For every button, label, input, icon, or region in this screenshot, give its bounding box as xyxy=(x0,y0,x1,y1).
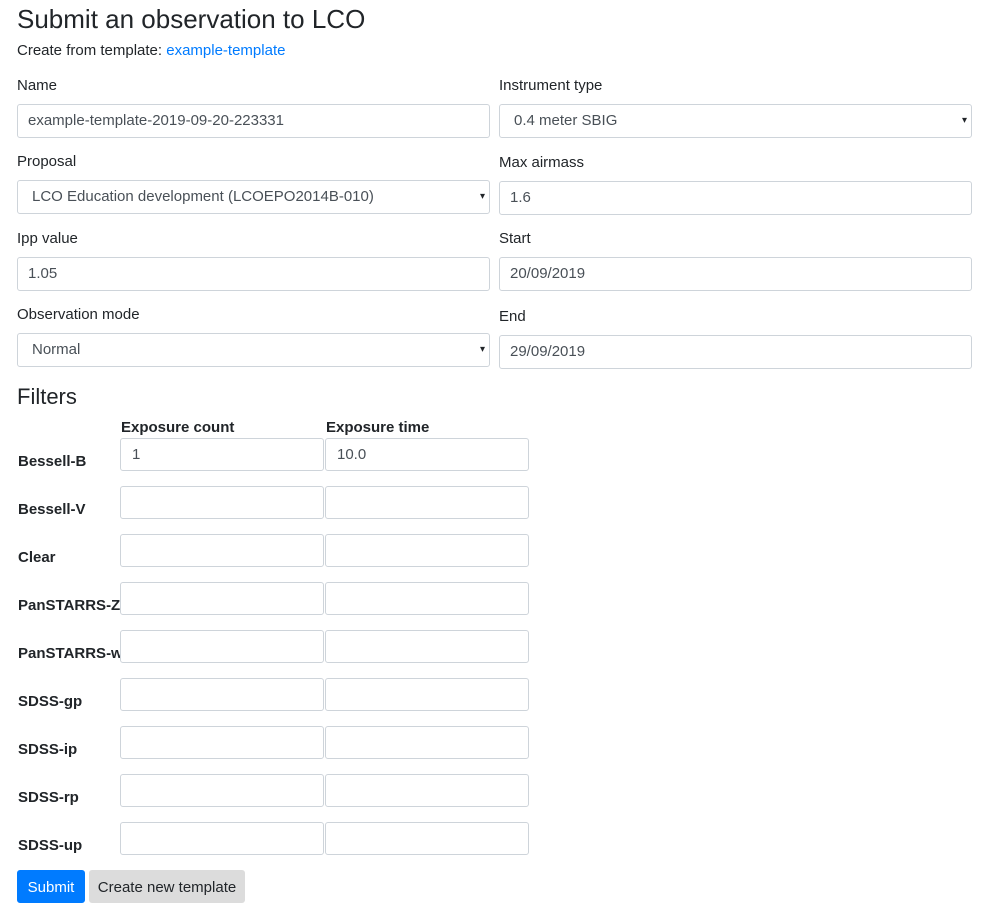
exposure-count-header: Exposure count xyxy=(121,419,235,436)
exposure-time-input[interactable] xyxy=(325,534,529,567)
end-date-input[interactable]: 29/09/2019 xyxy=(499,335,972,369)
exposure-time-input[interactable]: 10.0 xyxy=(325,438,529,471)
exposure-time-input[interactable] xyxy=(325,822,529,855)
start-date-input[interactable]: 20/09/2019 xyxy=(499,257,972,291)
create-template-button[interactable]: Create new template xyxy=(89,870,245,903)
filter-name: SDSS-gp xyxy=(18,693,83,710)
filter-name: Clear xyxy=(18,549,56,566)
chevron-down-icon: ▾ xyxy=(479,344,485,355)
template-link[interactable]: example-template xyxy=(166,42,285,59)
exposure-time-input[interactable] xyxy=(325,726,529,759)
observation-mode-value: Normal xyxy=(32,341,81,358)
exposure-time-input[interactable] xyxy=(325,774,529,807)
exposure-time-input[interactable] xyxy=(325,678,529,711)
ipp-value-label: Ipp value xyxy=(17,230,78,247)
page-title: Submit an observation to LCO xyxy=(17,4,366,34)
filter-name: SDSS-rp xyxy=(18,789,79,806)
exposure-time-input[interactable] xyxy=(325,630,529,663)
chevron-down-icon: ▾ xyxy=(479,191,485,202)
exposure-count-input[interactable]: 1 xyxy=(120,438,324,471)
submit-button[interactable]: Submit xyxy=(17,870,85,903)
filters-heading: Filters xyxy=(17,384,77,409)
exposure-count-input[interactable] xyxy=(120,534,324,567)
name-label: Name xyxy=(17,77,58,94)
proposal-value: LCO Education development (LCOEPO2014B-0… xyxy=(32,188,374,205)
exposure-count-input[interactable] xyxy=(120,582,324,615)
exposure-count-input[interactable] xyxy=(120,486,324,519)
filter-name: Bessell-V xyxy=(18,501,86,518)
exposure-count-input[interactable] xyxy=(120,630,324,663)
exposure-time-header: Exposure time xyxy=(326,419,430,436)
exposure-count-input[interactable] xyxy=(120,774,324,807)
start-label: Start xyxy=(499,230,531,247)
template-source: Create from template: example-template xyxy=(17,42,285,60)
observation-mode-select[interactable]: Normal ▾ xyxy=(17,333,490,367)
filter-name: SDSS-up xyxy=(18,837,83,854)
ipp-value-input[interactable]: 1.05 xyxy=(17,257,490,291)
proposal-select[interactable]: LCO Education development (LCOEPO2014B-0… xyxy=(17,180,490,214)
max-airmass-label: Max airmass xyxy=(499,154,585,171)
instrument-type-select[interactable]: 0.4 meter SBIG ▾ xyxy=(499,104,972,138)
exposure-count-input[interactable] xyxy=(120,822,324,855)
proposal-label: Proposal xyxy=(17,153,77,170)
filter-name: PanSTARRS-w xyxy=(18,645,123,662)
instrument-type-label: Instrument type xyxy=(499,77,603,94)
filter-name: PanSTARRS-Z xyxy=(18,597,121,614)
filter-name: SDSS-ip xyxy=(18,741,78,758)
exposure-time-input[interactable] xyxy=(325,486,529,519)
template-prefix: Create from template: xyxy=(17,42,163,59)
observation-mode-label: Observation mode xyxy=(17,306,140,323)
exposure-count-input[interactable] xyxy=(120,726,324,759)
name-input[interactable]: example-template-2019-09-20-223331 xyxy=(17,104,490,138)
max-airmass-input[interactable]: 1.6 xyxy=(499,181,972,215)
filter-name: Bessell-B xyxy=(18,453,87,470)
chevron-down-icon: ▾ xyxy=(961,115,967,126)
instrument-type-value: 0.4 meter SBIG xyxy=(514,112,618,129)
end-label: End xyxy=(499,308,526,325)
exposure-time-input[interactable] xyxy=(325,582,529,615)
exposure-count-input[interactable] xyxy=(120,678,324,711)
